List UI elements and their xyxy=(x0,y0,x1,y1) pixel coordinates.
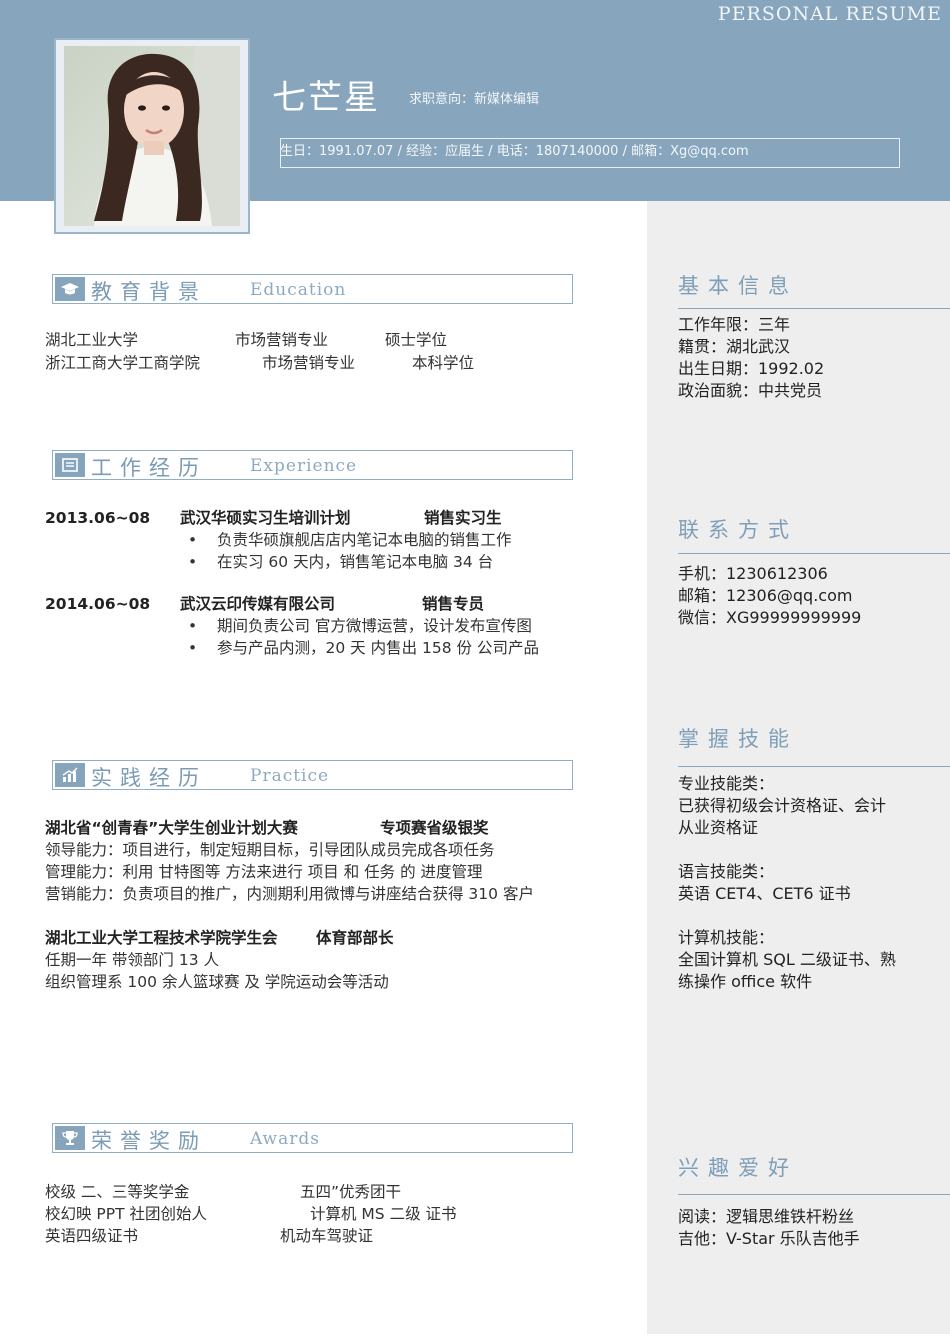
section-title: 教育背景 xyxy=(91,280,207,304)
edu-degree: 本科学位 xyxy=(412,354,475,372)
divider xyxy=(678,766,950,767)
bullet-dot: • xyxy=(188,639,198,657)
bullet-dot: • xyxy=(188,531,198,549)
contact-line: 生日：1991.07.07 / 经验：应届生 / 电话：1807140000 /… xyxy=(280,144,749,159)
practice-line: 管理能力：利用 甘特图等 方法来进行 项目 和 任务 的 进度管理 xyxy=(45,863,483,881)
practice-line: 任期一年 带领部门 13 人 xyxy=(45,951,220,969)
practice-heading: 湖北工业大学工程技术学院学生会 xyxy=(45,929,278,947)
edu-major: 市场营销专业 xyxy=(235,331,329,349)
sidebar-title-basic: 基本信息 xyxy=(678,274,798,298)
section-header-practice: 实践经历 Practice xyxy=(52,760,573,790)
practice-line: 组织管理系 100 余人篮球赛 及 学院运动会等活动 xyxy=(45,973,389,991)
skill-line: 从业资格证 xyxy=(678,818,759,837)
section-title: 荣誉奖励 xyxy=(91,1129,207,1153)
bullet-dot: • xyxy=(188,617,198,635)
skill-line: 全国计算机 SQL 二级证书、熟 xyxy=(678,950,896,969)
contact-wechat: 微信：XG99999999999 xyxy=(678,608,862,627)
profile-photo xyxy=(64,46,240,226)
book-icon xyxy=(55,453,85,477)
exp-bullet: 在实习 60 天内，销售笔记本电脑 34 台 xyxy=(217,553,494,571)
edu-major: 市场营销专业 xyxy=(262,354,356,372)
section-title: 实践经历 xyxy=(91,766,207,790)
award-item: 英语四级证书 xyxy=(45,1227,139,1245)
skill-line: 英语 CET4、CET6 证书 xyxy=(678,884,851,903)
exp-role: 销售专员 xyxy=(422,595,485,613)
exp-bullet: 参与产品内测，20 天 内售出 158 份 公司产品 xyxy=(217,639,539,657)
contact-email: 邮箱：12306@qq.com xyxy=(678,586,853,605)
award-item: 机动车驾驶证 xyxy=(280,1227,374,1245)
exp-date: 2014.06~08 xyxy=(45,595,151,613)
hobby-line: 吉他：V-Star 乐队吉他手 xyxy=(678,1229,860,1248)
edu-degree: 硕士学位 xyxy=(385,331,448,349)
skill-line: 已获得初级会计资格证、会计 xyxy=(678,796,887,815)
practice-award: 体育部部长 xyxy=(316,929,394,947)
award-item: 校幻映 PPT 社团创始人 xyxy=(45,1205,208,1223)
exp-role: 销售实习生 xyxy=(424,509,502,527)
section-header-experience: 工作经历 Experience xyxy=(52,450,573,480)
edu-school: 浙江工商大学工商学院 xyxy=(45,354,201,372)
trophy-icon xyxy=(55,1126,85,1150)
section-subtitle: Experience xyxy=(250,456,358,476)
basic-info-line: 籍贯：湖北武汉 xyxy=(678,337,791,356)
award-item: 校级 二、三等奖学金 xyxy=(45,1183,190,1201)
award-item: 五四”优秀团干 xyxy=(300,1183,402,1201)
graduation-cap-icon xyxy=(55,277,85,301)
section-subtitle: Education xyxy=(250,280,347,300)
section-subtitle: Practice xyxy=(250,766,330,786)
resume-tag: PERSONAL RESUME xyxy=(717,3,942,25)
section-header-education: 教育背景 Education xyxy=(52,274,573,304)
bullet-dot: • xyxy=(188,553,198,571)
exp-bullet: 负责华硕旗舰店店内笔记本电脑的销售工作 xyxy=(217,531,512,549)
section-title: 工作经历 xyxy=(91,456,207,480)
skill-line: 练操作 office 软件 xyxy=(678,972,813,991)
skill-line: 计算机技能： xyxy=(678,928,775,947)
basic-info-line: 政治面貌：中共党员 xyxy=(678,381,823,400)
candidate-name: 七芒星 xyxy=(272,78,380,118)
exp-bullet: 期间负责公司 官方微博运营，设计发布宣传图 xyxy=(217,617,532,635)
sidebar-title-hobbies: 兴趣爱好 xyxy=(678,1156,798,1180)
basic-info-line: 出生日期：1992.02 xyxy=(678,359,825,378)
section-header-awards: 荣誉奖励 Awards xyxy=(52,1123,573,1153)
divider xyxy=(678,308,950,309)
skill-line: 语言技能类： xyxy=(678,862,775,881)
profile-photo-frame xyxy=(54,38,250,234)
practice-line: 领导能力：项目进行，制定短期目标，引导团队成员完成各项任务 xyxy=(45,841,495,859)
exp-company: 武汉华硕实习生培训计划 xyxy=(180,509,351,527)
award-item: 计算机 MS 二级 证书 xyxy=(310,1205,457,1223)
hobby-line: 阅读：逻辑思维铁杆粉丝 xyxy=(678,1207,855,1226)
divider xyxy=(678,1194,950,1195)
practice-line: 营销能力：负责项目的推广，内测期利用微博与讲座结合获得 310 客户 xyxy=(45,885,534,903)
bar-chart-icon xyxy=(55,763,85,787)
basic-info-line: 工作年限：三年 xyxy=(678,315,791,334)
sidebar-title-skills: 掌握技能 xyxy=(678,727,798,751)
skill-line: 专业技能类： xyxy=(678,774,775,793)
practice-heading: 湖北省“创青春”大学生创业计划大赛 xyxy=(45,819,298,837)
section-subtitle: Awards xyxy=(250,1129,320,1149)
practice-award: 专项赛省级银奖 xyxy=(380,819,489,837)
sidebar-title-contact: 联系方式 xyxy=(678,518,798,542)
exp-date: 2013.06~08 xyxy=(45,509,151,527)
divider xyxy=(678,553,950,554)
edu-school: 湖北工业大学 xyxy=(45,331,139,349)
job-intent: 求职意向：新媒体编辑 xyxy=(409,92,540,107)
exp-company: 武汉云印传媒有限公司 xyxy=(180,595,336,613)
contact-phone: 手机：1230612306 xyxy=(678,564,828,583)
